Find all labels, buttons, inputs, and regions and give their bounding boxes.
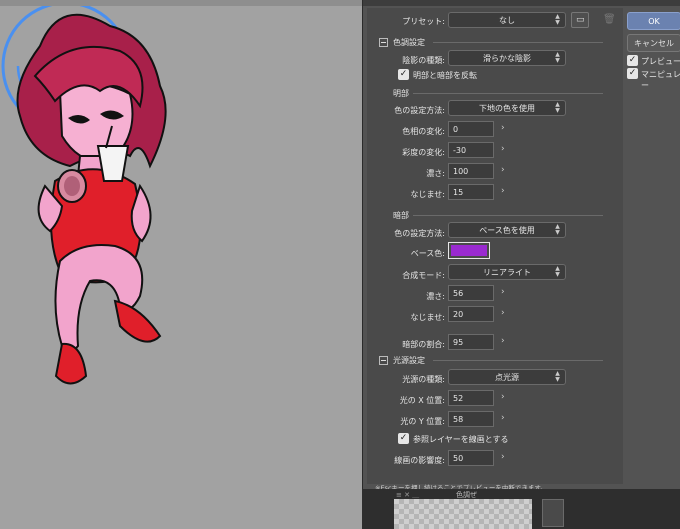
chevron-right-icon[interactable]: › xyxy=(501,144,505,154)
preview-checkbox[interactable]: ✓ xyxy=(627,55,638,66)
layer-side-button[interactable] xyxy=(542,499,564,527)
collapse-tone-icon[interactable] xyxy=(379,38,388,47)
base-color-label: ベース色: xyxy=(410,249,445,258)
chevron-right-icon[interactable]: › xyxy=(501,336,505,346)
shadow-type-value: 滑らかな陰影 xyxy=(483,54,531,63)
preset-label: プリセット: xyxy=(402,17,445,26)
layer-thumbnail[interactable] xyxy=(394,499,532,529)
ref-layer-label: 参照レイヤーを線画とする xyxy=(413,435,509,444)
ok-button[interactable]: OK xyxy=(627,12,680,30)
drawing-canvas[interactable] xyxy=(0,6,362,529)
preset-select[interactable]: なし ▲ ▼ xyxy=(448,12,566,28)
x-position-input[interactable]: 52 xyxy=(448,390,494,406)
luminosity-input[interactable]: 100 xyxy=(448,163,494,179)
chevron-updown-icon: ▲ ▼ xyxy=(555,101,560,114)
manipulator-label: マニピュレー xyxy=(641,70,680,90)
base-color-fill xyxy=(451,245,487,256)
divider xyxy=(433,360,603,361)
light-method-select[interactable]: 下地の色を使用 ▲ ▼ xyxy=(448,100,566,116)
saturation-input[interactable]: -30 xyxy=(448,142,494,158)
preset-value: なし xyxy=(499,16,515,25)
preset-add-icon: ▭ xyxy=(576,15,585,25)
cancel-button[interactable]: キャンセル xyxy=(627,34,680,52)
ref-layer-checkbox[interactable]: ✓ xyxy=(398,433,409,444)
y-position-input[interactable]: 58 xyxy=(448,411,494,427)
luminosity-label: 濃さ: xyxy=(426,169,445,178)
blend-mode-label: 合成モード: xyxy=(402,271,445,280)
smooth-input[interactable]: 15 xyxy=(448,184,494,200)
divider xyxy=(413,215,603,216)
dark-ratio-label: 暗部の割合: xyxy=(402,340,445,349)
shadow-type-label: 陰影の種類: xyxy=(402,56,445,65)
chevron-updown-icon: ▲ ▼ xyxy=(555,13,560,26)
chevron-right-icon[interactable]: › xyxy=(501,392,505,402)
dark-smooth-input[interactable]: 20 xyxy=(448,306,494,322)
shadow-type-select[interactable]: 滑らかな陰影 ▲ ▼ xyxy=(448,50,566,66)
dialog-titlebar xyxy=(363,0,680,6)
x-position-label: 光の X 位置: xyxy=(399,396,445,405)
chevron-right-icon[interactable]: › xyxy=(501,287,505,297)
manipulator-checkbox[interactable]: ✓ xyxy=(627,68,638,79)
divider xyxy=(433,42,603,43)
settings-panel: プリセット: なし ▲ ▼ ▭ 🗑 色調設定 陰影の種類: 滑らかな陰影 ▲ ▼ ✓… xyxy=(367,8,623,492)
dark-method-label: 色の設定方法: xyxy=(394,229,445,238)
blend-mode-value: リニアライト xyxy=(483,268,531,277)
dark-section-title: 暗部 xyxy=(393,211,409,220)
saturation-label: 彩度の変化: xyxy=(402,148,445,157)
chevron-right-icon[interactable]: › xyxy=(501,308,505,318)
layer-panel: ≡ ✕ ＿ 色調ぜ xyxy=(362,489,680,529)
chevron-updown-icon: ▲ ▼ xyxy=(555,370,560,383)
chevron-right-icon[interactable]: › xyxy=(501,165,505,175)
hue-label: 色相の変化: xyxy=(402,127,445,136)
chevron-updown-icon: ▲ ▼ xyxy=(555,265,560,278)
light-method-label: 色の設定方法: xyxy=(394,106,445,115)
smooth-label: なじませ: xyxy=(410,190,445,199)
line-influence-label: 線画の影響度: xyxy=(394,456,445,465)
trash-icon[interactable]: 🗑 xyxy=(603,14,616,25)
source-type-label: 光源の種類: xyxy=(402,375,445,384)
dark-method-select[interactable]: ベース色を使用 ▲ ▼ xyxy=(448,222,566,238)
tone-section-title: 色調設定 xyxy=(393,38,425,47)
light-section-title: 明部 xyxy=(393,89,409,98)
dark-smooth-label: なじませ: xyxy=(410,313,445,322)
invert-checkbox[interactable]: ✓ xyxy=(398,69,409,80)
blend-mode-select[interactable]: リニアライト ▲ ▼ xyxy=(448,264,566,280)
chevron-updown-icon: ▲ ▼ xyxy=(555,223,560,236)
dark-luminosity-input[interactable]: 56 xyxy=(448,285,494,301)
source-type-value: 点光源 xyxy=(495,373,519,382)
hue-input[interactable]: 0 xyxy=(448,121,494,137)
preset-register-button[interactable]: ▭ xyxy=(571,12,589,28)
y-position-label: 光の Y 位置: xyxy=(400,417,445,426)
preview-label: プレビュー xyxy=(641,57,680,66)
chevron-updown-icon: ▲ ▼ xyxy=(555,51,560,64)
line-influence-input[interactable]: 50 xyxy=(448,450,494,466)
divider xyxy=(413,93,603,94)
dark-ratio-input[interactable]: 95 xyxy=(448,334,494,350)
light-method-value: 下地の色を使用 xyxy=(479,104,535,113)
chevron-right-icon[interactable]: › xyxy=(501,452,505,462)
dark-luminosity-label: 濃さ: xyxy=(426,292,445,301)
light-source-section-title: 光源設定 xyxy=(393,356,425,365)
shading-dialog: プリセット: なし ▲ ▼ ▭ 🗑 色調設定 陰影の種類: 滑らかな陰影 ▲ ▼ ✓… xyxy=(362,0,680,492)
character-illustration xyxy=(16,13,167,385)
chevron-right-icon[interactable]: › xyxy=(501,186,505,196)
chevron-right-icon[interactable]: › xyxy=(501,413,505,423)
invert-label: 明部と暗部を反転 xyxy=(413,71,477,80)
chevron-right-icon[interactable]: › xyxy=(501,123,505,133)
base-color-swatch[interactable] xyxy=(448,242,490,259)
source-type-select[interactable]: 点光源 ▲ ▼ xyxy=(448,369,566,385)
collapse-light-source-icon[interactable] xyxy=(379,356,388,365)
dark-method-value: ベース色を使用 xyxy=(479,226,535,235)
